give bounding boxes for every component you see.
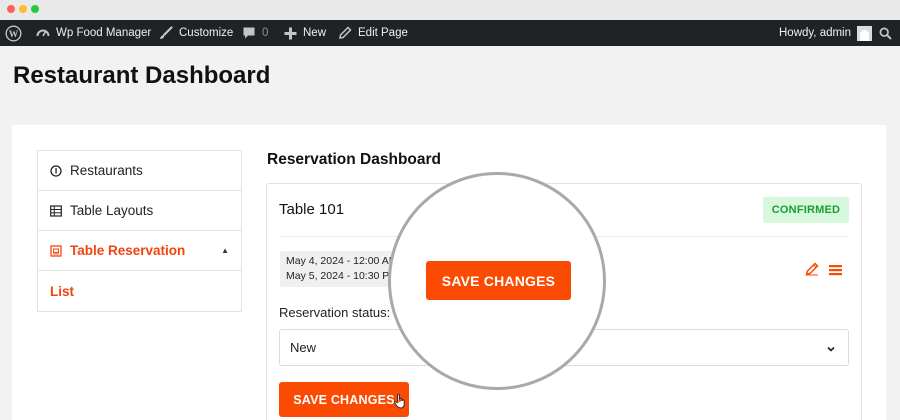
comments-count: 0 bbox=[262, 27, 269, 39]
wp-logo-menu[interactable]: W bbox=[5, 20, 22, 46]
reservation-actions bbox=[805, 262, 842, 281]
my-account-menu[interactable]: Howdy, admin bbox=[779, 20, 873, 46]
caret-up-icon[interactable]: ▲ bbox=[221, 246, 229, 255]
sidebar-item-table-reservation[interactable]: Table Reservation ▲ bbox=[38, 231, 241, 271]
sidebar-item-table-layouts[interactable]: Table Layouts bbox=[38, 191, 241, 231]
sidebar-item-label: Table Layouts bbox=[70, 203, 154, 218]
avatar bbox=[857, 25, 873, 41]
sidebar-item-restaurants[interactable]: Restaurants bbox=[38, 151, 241, 191]
hand-cursor-icon bbox=[393, 393, 407, 414]
comments-link[interactable]: 0 bbox=[242, 20, 268, 46]
reservation-status-value: New bbox=[290, 340, 317, 355]
new-content-link[interactable]: New bbox=[283, 20, 326, 46]
reservation-dashboard-title: Reservation Dashboard bbox=[267, 151, 441, 168]
wp-admin-bar: W Wp Food Manager Customize 0 New Edit P… bbox=[0, 20, 900, 46]
status-badge: CONFIRMED bbox=[763, 197, 849, 223]
svg-text:W: W bbox=[9, 30, 19, 40]
pencil-icon bbox=[338, 26, 352, 40]
wordpress-logo-icon: W bbox=[5, 25, 22, 42]
howdy-label: Howdy, admin bbox=[779, 27, 852, 39]
browser-chrome bbox=[0, 0, 900, 20]
close-window-dot[interactable] bbox=[7, 5, 15, 13]
maximize-window-dot[interactable] bbox=[31, 5, 39, 13]
plus-icon bbox=[283, 26, 297, 40]
menu-lines-icon[interactable] bbox=[829, 263, 842, 281]
calendar-icon bbox=[50, 244, 62, 257]
page-title: Restaurant Dashboard bbox=[13, 62, 271, 89]
site-name-link[interactable]: Wp Food Manager bbox=[36, 20, 151, 46]
sidebar-item-label: Table Reservation bbox=[70, 243, 186, 258]
edit-page-label: Edit Page bbox=[358, 27, 408, 39]
customize-label: Customize bbox=[179, 27, 234, 39]
sidebar-item-label: Restaurants bbox=[70, 163, 143, 178]
comment-bubble-icon bbox=[242, 26, 256, 40]
paintbrush-icon bbox=[159, 26, 173, 40]
site-name-label: Wp Food Manager bbox=[56, 27, 152, 39]
reservation-status-label: Reservation status: bbox=[279, 305, 391, 320]
table-grid-icon bbox=[50, 204, 62, 217]
customize-link[interactable]: Customize bbox=[159, 20, 233, 46]
search-icon bbox=[878, 26, 892, 40]
info-circle-icon bbox=[50, 164, 62, 177]
new-label: New bbox=[303, 27, 327, 39]
sidebar-subitem-list[interactable]: List bbox=[38, 271, 241, 311]
dashboard-gauge-icon bbox=[36, 26, 50, 40]
magnified-save-changes-button[interactable]: SAVE CHANGES bbox=[426, 261, 571, 300]
edit-page-link[interactable]: Edit Page bbox=[338, 20, 408, 46]
save-changes-button[interactable]: SAVE CHANGES bbox=[279, 382, 409, 417]
dashboard-sidebar: Restaurants Table Layouts Table Reservat… bbox=[37, 150, 242, 312]
admin-search-button[interactable] bbox=[878, 20, 892, 46]
edit-pencil-icon[interactable] bbox=[805, 262, 819, 281]
minimize-window-dot[interactable] bbox=[19, 5, 27, 13]
table-name: Table 101 bbox=[279, 201, 345, 218]
chevron-down-icon bbox=[826, 342, 836, 357]
